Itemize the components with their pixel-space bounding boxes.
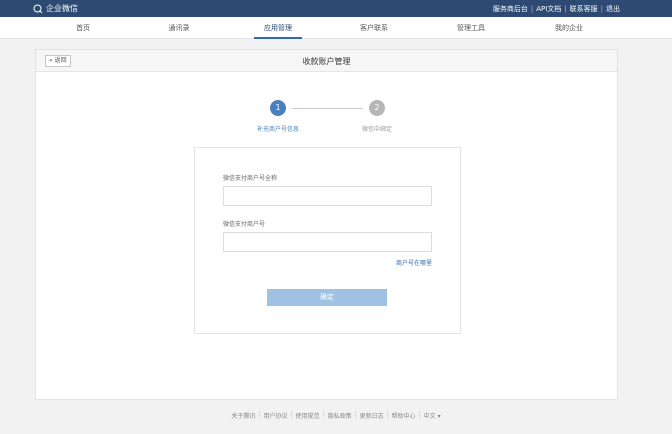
top-bar: 企业微信 服务商后台 | API文档 | 联系客服 | 退出 (0, 0, 672, 17)
separator: | (418, 411, 421, 418)
language-selector[interactable]: 中文 ▾ (424, 411, 441, 420)
separator: | (354, 411, 357, 418)
footer: 关于腾讯 | 用户协议 | 使用规范 | 隐私政策 | 更新日志 | 帮助中心 … (0, 411, 672, 420)
footer-link-about[interactable]: 关于腾讯 (231, 411, 255, 420)
app-logo[interactable]: 企业微信 (33, 3, 78, 14)
nav-item-customer-contact[interactable]: 客户联系 (334, 17, 414, 39)
app-name: 企业微信 (46, 4, 78, 13)
link-logout[interactable]: 退出 (606, 4, 620, 14)
link-provider-console[interactable]: 服务商后台 (493, 4, 528, 14)
separator: | (530, 5, 534, 13)
nav-item-home[interactable]: 首页 (43, 17, 123, 39)
step-1-label: 补充商户号信息 (256, 126, 299, 133)
link-api-docs[interactable]: API文档 (536, 4, 561, 14)
merchant-id-input[interactable] (223, 232, 432, 252)
footer-link-user-agreement[interactable]: 用户协议 (263, 411, 287, 420)
separator: | (386, 411, 389, 418)
link-contact-support[interactable]: 联系客服 (570, 4, 598, 14)
step-1-indicator: 1 (270, 100, 286, 116)
footer-link-help-center[interactable]: 帮助中心 (392, 411, 416, 420)
step-connector (292, 108, 363, 109)
footer-link-privacy[interactable]: 隐私政策 (328, 411, 352, 420)
nav-item-admin-tools[interactable]: 管理工具 (431, 17, 511, 39)
separator: | (258, 411, 261, 418)
nav-item-my-company[interactable]: 我的企业 (529, 17, 609, 39)
footer-link-usage-rules[interactable]: 使用规范 (295, 411, 319, 420)
separator: | (564, 5, 567, 13)
main-nav: 首页 通讯录 应用管理 客户联系 管理工具 我的企业 (0, 17, 672, 39)
nav-item-contacts[interactable]: 通讯录 (139, 17, 219, 39)
confirm-button[interactable]: 确定 (267, 289, 387, 306)
separator: | (600, 5, 603, 13)
card-header: « 返回 收款账户管理 (36, 50, 617, 72)
merchant-form: 微信支付商户号全称 微信支付商户号 商户号在哪里 确定 (194, 147, 461, 334)
merchant-name-input[interactable] (223, 186, 432, 206)
separator: | (290, 411, 293, 418)
content-card: « 返回 收款账户管理 1 2 补充商户号信息 微信中绑定 微信支付商户号全称 … (35, 49, 618, 400)
merchant-name-label: 微信支付商户号全称 (223, 175, 278, 182)
separator: | (322, 411, 325, 418)
footer-link-changelog[interactable]: 更新日志 (360, 411, 384, 420)
where-is-merchant-id-link[interactable]: 商户号在哪里 (396, 258, 432, 267)
step-2-label: 微信中绑定 (361, 126, 392, 133)
step-2-indicator: 2 (369, 100, 385, 116)
wecom-logo-icon (33, 4, 43, 13)
top-links: 服务商后台 | API文档 | 联系客服 | 退出 (493, 4, 620, 14)
page-title: 收款账户管理 (302, 57, 351, 66)
merchant-id-label: 微信支付商户号 (223, 221, 266, 228)
nav-item-app-management[interactable]: 应用管理 (238, 17, 318, 39)
